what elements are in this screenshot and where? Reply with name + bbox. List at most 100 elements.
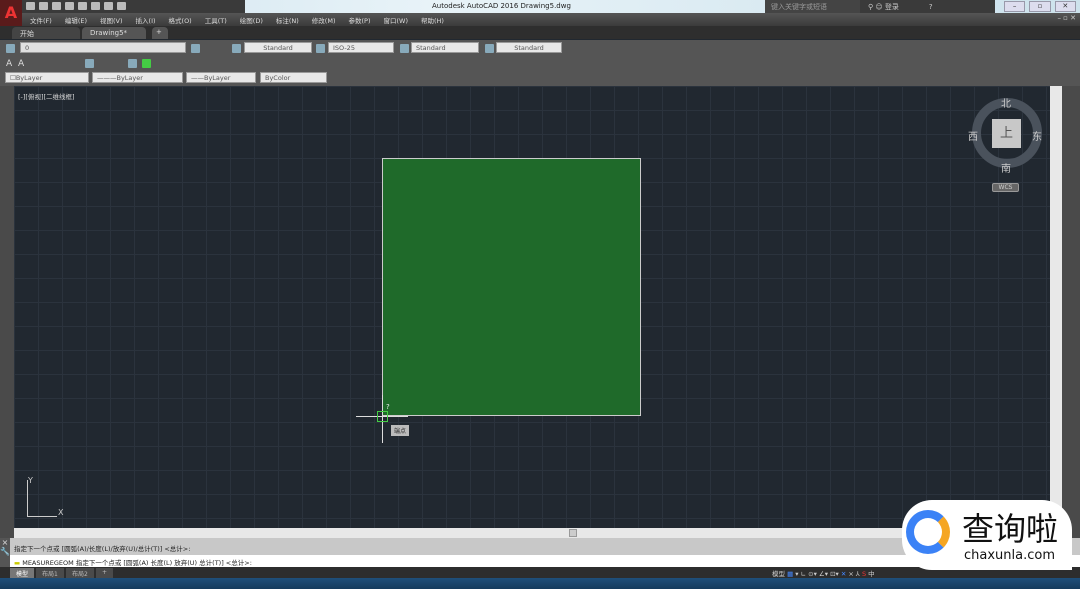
snap-tooltip: 端点: [391, 425, 410, 436]
layer-tool-icon[interactable]: [191, 44, 200, 53]
lineweight-value: ByLayer: [204, 74, 231, 82]
compass-east[interactable]: 东: [1032, 128, 1042, 143]
new-icon[interactable]: [26, 2, 35, 10]
watermark: 查询啦 chaxunla.com: [902, 500, 1072, 570]
menu-format[interactable]: 格式(O): [169, 15, 192, 25]
user-icon: ☺: [875, 3, 885, 11]
tab-layout2[interactable]: 布局2: [66, 568, 94, 578]
menu-edit[interactable]: 编辑(E): [65, 15, 87, 25]
new-tab-button[interactable]: +: [152, 27, 168, 39]
layout-bar: 模型 布局1 布局2 +: [0, 567, 1080, 578]
table-icon[interactable]: [85, 59, 94, 68]
tab-layout1[interactable]: 布局1: [36, 568, 64, 578]
workspace-icon[interactable]: [117, 2, 126, 10]
viewcube-top[interactable]: 上: [992, 119, 1021, 148]
plotstyle-dropdown[interactable]: ByColor: [260, 72, 327, 83]
ucs-y-label: Y: [28, 476, 33, 485]
mtext-icon[interactable]: A: [18, 59, 27, 69]
add-layout-button[interactable]: +: [96, 568, 114, 578]
window-title: Autodesk AutoCAD 2016 Drawing5.dwg: [432, 2, 571, 10]
table-style-dropdown[interactable]: Standard: [411, 42, 479, 53]
open-icon[interactable]: [39, 2, 48, 10]
window-controls: – ▫ ✕: [1000, 0, 1080, 13]
dim-style-icon[interactable]: [316, 44, 325, 53]
menu-parameters[interactable]: 参数(P): [348, 15, 370, 25]
undo-icon[interactable]: [91, 2, 100, 10]
file-tabs: 开始 Drawing5* +: [0, 26, 1080, 39]
layer-properties-icon[interactable]: [6, 44, 15, 53]
green-rectangle[interactable]: [382, 158, 641, 416]
layer-dropdown[interactable]: 0: [20, 42, 186, 53]
close-command-icon[interactable]: ×: [0, 538, 10, 547]
menu-view[interactable]: 视图(V): [100, 15, 123, 25]
compass-west[interactable]: 西: [968, 128, 978, 143]
customize-icon[interactable]: 🔧: [0, 547, 10, 556]
properties-toolbar: ☐ByLayer ———ByLayer ——ByLayer ByColor: [0, 70, 1080, 86]
menu-dimension[interactable]: 标注(N): [276, 15, 299, 25]
command-side: × 🔧: [0, 538, 10, 567]
command-prompt: MEASUREGEOM 指定下一个点或 [圆弧(A) 长度(L) 放弃(U) 总…: [22, 559, 252, 567]
table-style-icon[interactable]: [400, 44, 409, 53]
menu-help[interactable]: 帮助(H): [421, 15, 444, 25]
close-button[interactable]: ✕: [1054, 1, 1076, 12]
redo-icon[interactable]: [104, 2, 113, 10]
ime-indicator[interactable]: 中: [868, 570, 875, 578]
draw-toolbar[interactable]: [0, 86, 14, 538]
mleader-style-icon[interactable]: [485, 44, 494, 53]
grid-icon[interactable]: ▦: [787, 570, 793, 578]
text-icon[interactable]: A: [6, 59, 15, 69]
ucs-y-axis: [27, 480, 28, 516]
watermark-logo-icon: [906, 510, 950, 554]
menu-draw[interactable]: 绘图(D): [240, 15, 263, 25]
save-icon[interactable]: [52, 2, 61, 10]
tab-drawing5[interactable]: Drawing5*: [82, 27, 146, 39]
model-space-button[interactable]: 模型: [772, 570, 785, 578]
wcs-menu[interactable]: WCS: [992, 183, 1019, 192]
sogou-icon: S: [861, 570, 867, 578]
check-icon[interactable]: [142, 59, 151, 68]
menu-file[interactable]: 文件(F): [30, 15, 52, 25]
compass-north[interactable]: 北: [1001, 95, 1011, 110]
user-tools: ⚲ ☺ 登录?: [860, 0, 995, 13]
compass-south[interactable]: 南: [1001, 160, 1011, 175]
text-toolbar: A A: [0, 56, 1080, 70]
login-link[interactable]: 登录: [885, 3, 899, 11]
help-icon[interactable]: ?: [929, 3, 933, 11]
color-value: ByLayer: [15, 74, 43, 82]
print-icon[interactable]: [78, 2, 87, 10]
text-style-icon[interactable]: [232, 44, 241, 53]
block-icon[interactable]: [128, 59, 137, 68]
search-input[interactable]: 键入关键字或短语: [765, 0, 860, 13]
tab-model[interactable]: 模型: [10, 568, 35, 578]
dim-style-dropdown[interactable]: ISO-25: [328, 42, 394, 53]
linetype-value: ByLayer: [116, 74, 143, 82]
minimize-button[interactable]: –: [1004, 1, 1026, 12]
linetype-dropdown[interactable]: ———ByLayer: [92, 72, 183, 83]
menu-bar: 文件(F) 编辑(E) 视图(V) 插入(I) 格式(O) 工具(T) 绘图(D) 标注(N)…: [22, 13, 1080, 26]
annotation-icon[interactable]: ✕: [841, 570, 846, 578]
mleader-style-dropdown[interactable]: Standard: [496, 42, 562, 53]
endpoint-snap-marker: [377, 411, 388, 422]
layer-toolbar: 0 Standard ISO-25 Standard Standard: [0, 40, 1080, 56]
saveas-icon[interactable]: [65, 2, 74, 10]
watermark-url: chaxunla.com: [964, 548, 1055, 563]
maximize-button[interactable]: ▫: [1029, 1, 1051, 12]
menu-insert[interactable]: 插入(I): [136, 15, 156, 25]
menu-modify[interactable]: 修改(M): [312, 15, 336, 25]
quick-access-toolbar: [0, 0, 245, 13]
lineweight-dropdown[interactable]: ——ByLayer: [186, 72, 256, 83]
document-window-controls[interactable]: – ▫ ✕: [1057, 14, 1076, 22]
scroll-thumb[interactable]: [569, 529, 577, 537]
modify-toolbar[interactable]: [1062, 86, 1080, 538]
watermark-cn: 查询啦: [962, 510, 1059, 548]
menu-tools[interactable]: 工具(T): [205, 15, 227, 25]
vertical-scrollbar[interactable]: [1050, 86, 1062, 528]
menu-window[interactable]: 窗口(W): [383, 15, 408, 25]
autocad-logo[interactable]: A: [0, 0, 22, 26]
viewport-controls[interactable]: [-][俯视][二维线框]: [18, 91, 75, 101]
horizontal-scrollbar[interactable]: [14, 528, 1050, 538]
text-style-dropdown[interactable]: Standard: [244, 42, 312, 53]
tab-start[interactable]: 开始: [12, 27, 80, 39]
color-dropdown[interactable]: ☐ByLayer: [5, 72, 89, 83]
windows-taskbar: [0, 578, 1080, 589]
